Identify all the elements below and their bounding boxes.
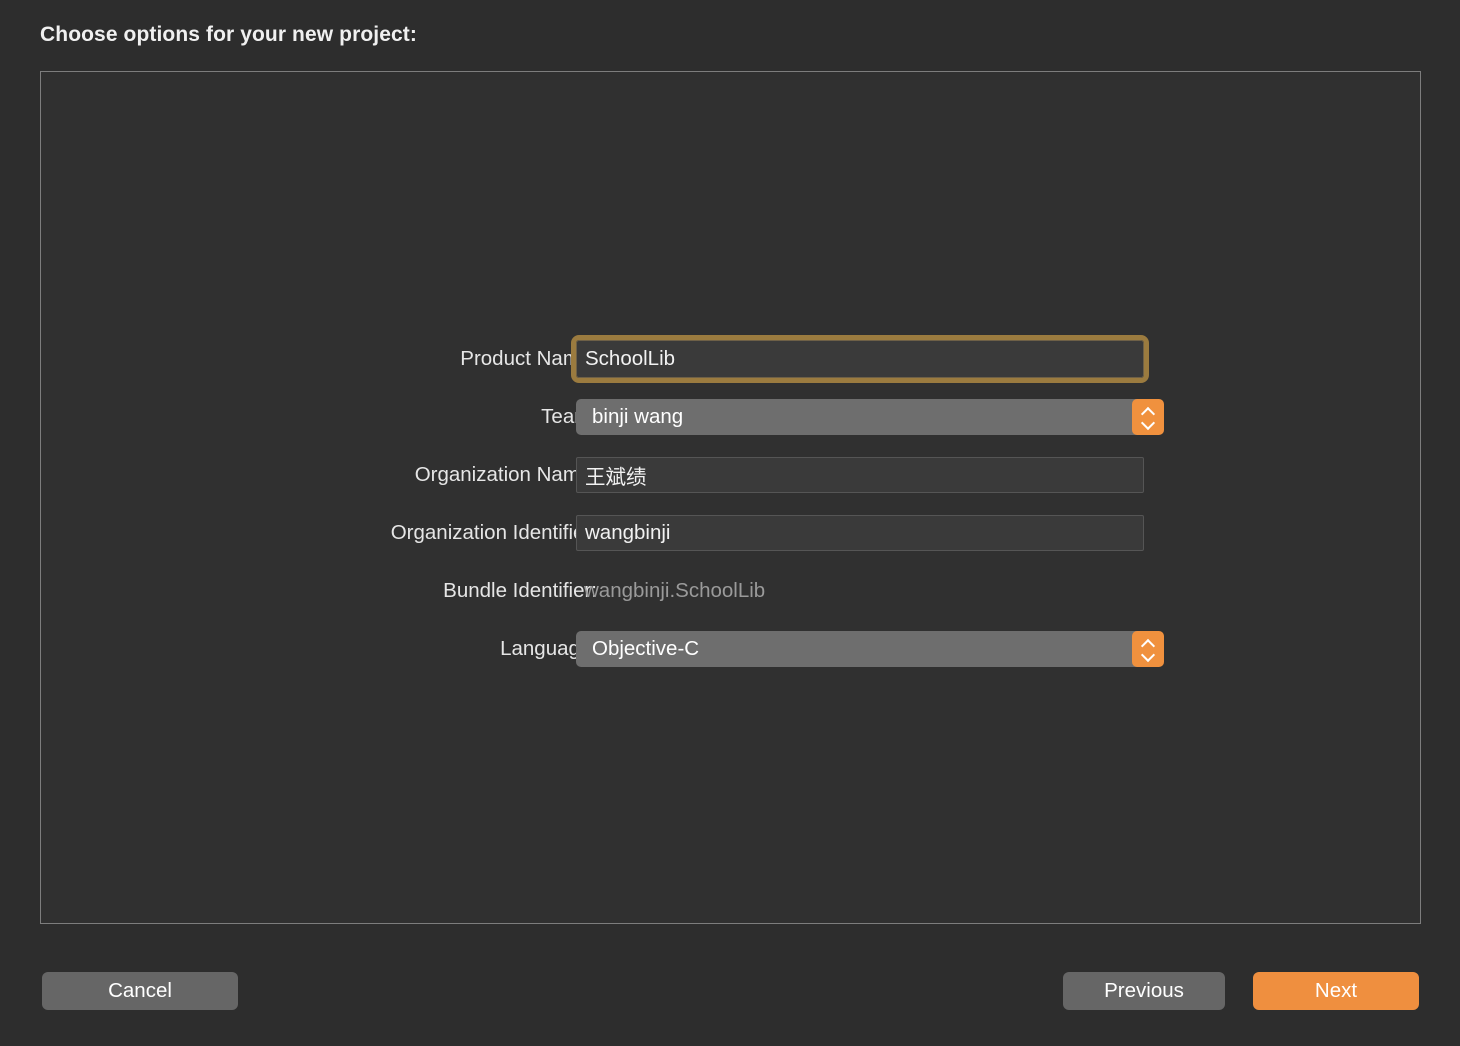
product-name-focus-ring: SchoolLib — [571, 335, 1149, 383]
language-field-wrap: Objective-C — [576, 631, 1164, 667]
form-row-language: Language: Objective-C — [41, 620, 1420, 678]
team-selected-value: binji wang — [592, 405, 684, 428]
organization-name-field-wrap: 王斌绩 — [576, 457, 1144, 493]
form-row-organization-name: Organization Name: 王斌绩 — [41, 446, 1420, 504]
dialog-button-bar: Cancel Previous Next — [0, 972, 1460, 1012]
product-name-field-wrap: SchoolLib — [571, 335, 1149, 383]
language-select[interactable]: Objective-C — [576, 631, 1164, 667]
project-options-form: Product Name: SchoolLib Team: binji wang — [41, 330, 1420, 678]
chevron-up-icon — [1142, 640, 1155, 648]
product-name-input[interactable]: SchoolLib — [576, 340, 1144, 378]
bundle-identifier-value: wangbinji.SchoolLib — [584, 579, 766, 602]
cancel-button[interactable]: Cancel — [42, 972, 238, 1010]
next-button[interactable]: Next — [1253, 972, 1419, 1010]
chevron-down-icon — [1142, 651, 1155, 659]
page-title: Choose options for your new project: — [40, 23, 417, 46]
bundle-identifier-field-wrap: wangbinji.SchoolLib — [576, 573, 1144, 609]
form-row-bundle-identifier: Bundle Identifier: wangbinji.SchoolLib — [41, 562, 1420, 620]
organization-identifier-label: Organization Identifier: — [390, 521, 597, 544]
team-stepper-icon[interactable] — [1132, 399, 1164, 435]
form-row-product-name: Product Name: SchoolLib — [41, 330, 1420, 388]
new-project-options-sheet: Choose options for your new project: Pro… — [0, 0, 1460, 1046]
language-stepper-icon[interactable] — [1132, 631, 1164, 667]
language-selected-value: Objective-C — [592, 637, 700, 660]
team-select[interactable]: binji wang — [576, 399, 1164, 435]
organization-identifier-input[interactable]: wangbinji — [576, 515, 1144, 551]
previous-button[interactable]: Previous — [1063, 972, 1225, 1010]
form-row-organization-identifier: Organization Identifier: wangbinji — [41, 504, 1420, 562]
bundle-identifier-label: Bundle Identifier: — [443, 579, 597, 602]
organization-name-label: Organization Name: — [414, 463, 597, 486]
options-content-panel: Product Name: SchoolLib Team: binji wang — [40, 71, 1421, 924]
organization-identifier-field-wrap: wangbinji — [576, 515, 1144, 551]
team-field-wrap: binji wang — [576, 399, 1164, 435]
chevron-down-icon — [1142, 419, 1155, 427]
organization-name-input[interactable]: 王斌绩 — [576, 457, 1144, 493]
chevron-up-icon — [1142, 408, 1155, 416]
form-row-team: Team: binji wang — [41, 388, 1420, 446]
